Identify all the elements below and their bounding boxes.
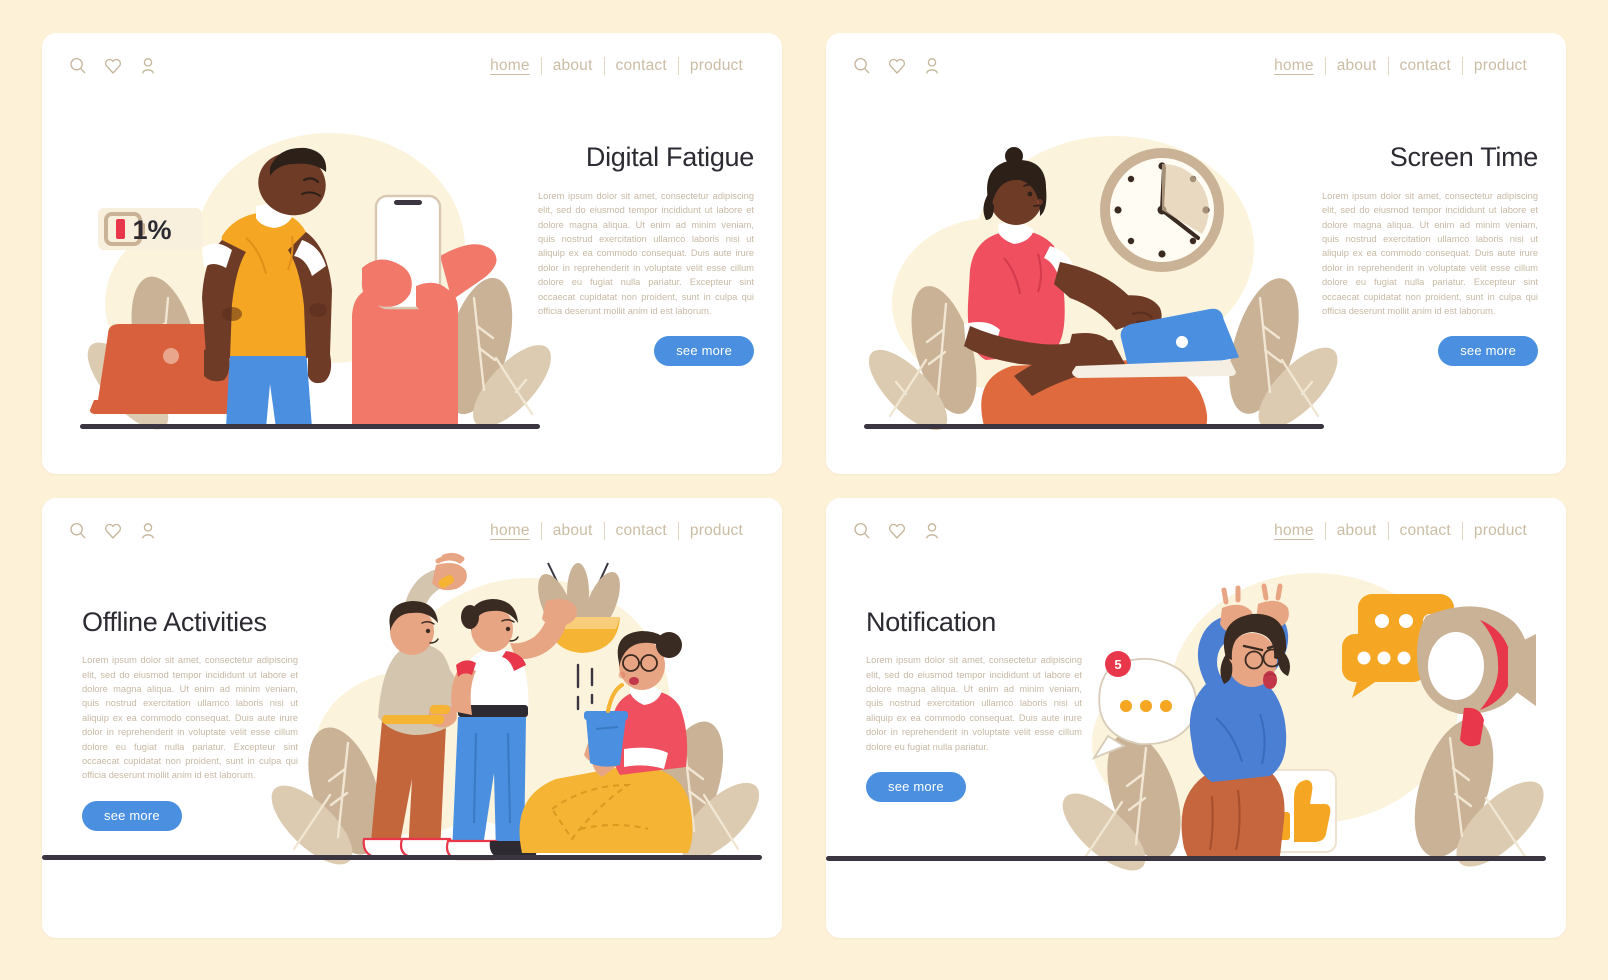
illustration-screen-time	[864, 128, 1338, 431]
notification-count-badge: 5	[1114, 657, 1121, 672]
navbar: home about contact product	[826, 498, 1566, 564]
nav-link-contact[interactable]: contact	[1389, 57, 1462, 75]
user-icon[interactable]	[922, 521, 942, 541]
heart-icon[interactable]	[887, 56, 907, 76]
nav-icon-group	[852, 56, 942, 76]
nav-links: home about contact product	[479, 57, 754, 75]
search-icon[interactable]	[852, 56, 872, 76]
body-text: Lorem ipsum dolor sit amet, consectetur …	[1322, 190, 1538, 316]
card-offline-activities: home about contact product Offline Activ…	[42, 497, 782, 938]
nav-link-contact[interactable]: contact	[605, 57, 678, 75]
see-more-button[interactable]: see more	[654, 336, 754, 367]
see-more-button[interactable]: see more	[866, 772, 966, 803]
wall-clock	[1100, 148, 1224, 272]
nav-links: home about contact product	[479, 521, 754, 540]
navbar: home about contact product	[42, 33, 782, 99]
landing-page-set: home about contact product 1% Digital Fa…	[0, 0, 1608, 980]
nav-link-product[interactable]: product	[1463, 522, 1538, 540]
illustration-offline-activities	[42, 552, 762, 864]
user-icon[interactable]	[138, 56, 158, 76]
page-title: Offline Activities	[82, 606, 267, 637]
navbar: home about contact product	[826, 33, 1566, 99]
see-more-button[interactable]: see more	[82, 800, 182, 831]
nav-link-product[interactable]: product	[679, 522, 754, 540]
illustration-notification: 5	[826, 558, 1546, 870]
user-icon[interactable]	[922, 56, 942, 76]
heart-icon[interactable]	[887, 521, 907, 541]
nav-icon-group	[68, 521, 158, 541]
content-block-offline-activities: Offline Activities Lorem ipsum dolor sit…	[82, 606, 298, 831]
card-notification: home about contact product 5 Notificatio…	[826, 497, 1566, 938]
nav-link-contact[interactable]: contact	[605, 522, 678, 540]
search-icon[interactable]	[68, 56, 88, 76]
card-screen-time: home about contact product Screen Time L…	[826, 33, 1566, 474]
nav-icon-group	[852, 521, 942, 541]
nav-link-about[interactable]: about	[542, 522, 604, 540]
nav-link-about[interactable]: about	[542, 57, 604, 75]
search-icon[interactable]	[68, 521, 88, 541]
content-block-notification: Notification Lorem ipsum dolor sit amet,…	[866, 606, 1082, 803]
body-text: Lorem ipsum dolor sit amet, consectetur …	[538, 190, 754, 316]
user-icon[interactable]	[138, 521, 158, 541]
nav-link-home[interactable]: home	[479, 57, 541, 75]
nav-link-about[interactable]: about	[1326, 57, 1388, 75]
nav-link-contact[interactable]: contact	[1389, 522, 1462, 540]
nav-link-home[interactable]: home	[1263, 522, 1325, 540]
body-text: Lorem ipsum dolor sit amet, consectetur …	[866, 655, 1082, 752]
nav-link-home[interactable]: home	[479, 522, 541, 540]
body-text: Lorem ipsum dolor sit amet, consectetur …	[82, 655, 298, 781]
nav-link-product[interactable]: product	[1463, 57, 1538, 75]
nav-icon-group	[68, 56, 158, 76]
nav-links: home about contact product	[1263, 521, 1538, 540]
nav-links: home about contact product	[1263, 57, 1538, 75]
page-title: Digital Fatigue	[585, 142, 754, 172]
content-block-screen-time: Screen Time Lorem ipsum dolor sit amet, …	[1322, 142, 1539, 367]
heart-icon[interactable]	[103, 521, 123, 541]
nav-link-about[interactable]: about	[1326, 522, 1388, 540]
content-block-digital-fatigue: Digital Fatigue Lorem ipsum dolor sit am…	[538, 142, 754, 367]
illustration-digital-fatigue: 1%	[80, 128, 551, 430]
page-title: Screen Time	[1389, 142, 1539, 172]
battery-badge: 1%	[98, 208, 202, 250]
svg-text:1%: 1%	[132, 215, 171, 245]
heart-icon[interactable]	[103, 56, 123, 76]
nav-link-product[interactable]: product	[679, 57, 754, 75]
page-title: Notification	[866, 606, 996, 637]
nav-link-home[interactable]: home	[1263, 57, 1325, 75]
search-icon[interactable]	[852, 521, 872, 541]
card-digital-fatigue: home about contact product 1% Digital Fa…	[42, 33, 782, 474]
see-more-button[interactable]: see more	[1438, 336, 1538, 367]
